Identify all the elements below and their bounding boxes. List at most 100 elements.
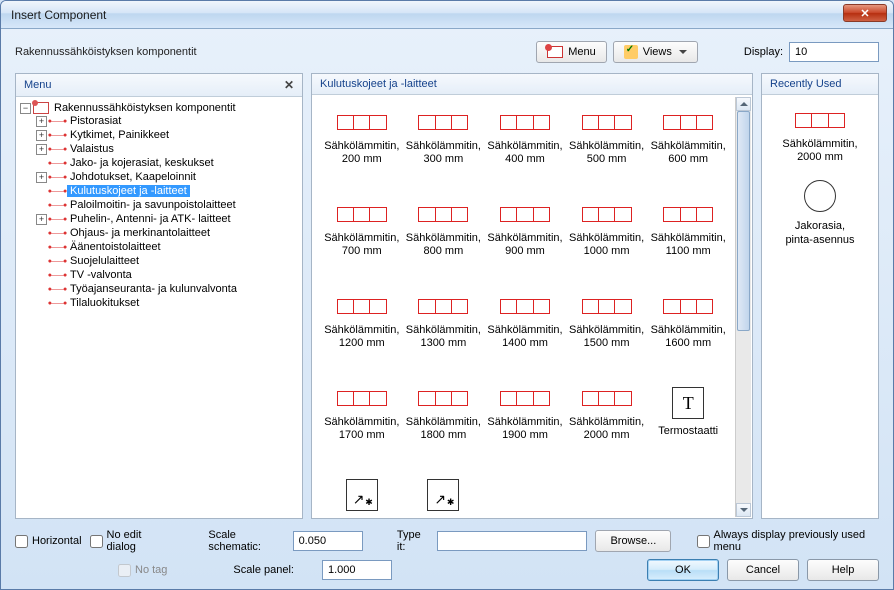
- gallery-grid: Sähkölämmitin,200 mmSähkölämmitin,300 mm…: [316, 99, 748, 518]
- tree-root-row[interactable]: − Rakennussähköistyksen komponentit: [20, 102, 298, 114]
- gallery-item[interactable]: Sähkölämmitin,2000 mm: [567, 381, 647, 471]
- tree-item-label: Työajanseuranta- ja kulunvalvonta: [67, 283, 240, 295]
- gallery-item[interactable]: Sähkölämmitin,1600 mm: [648, 289, 728, 379]
- always-display-label: Always display previously used menu: [714, 529, 879, 553]
- tree-item[interactable]: Ohjaus- ja merkinantolaitteet: [36, 227, 298, 239]
- expand-icon[interactable]: +: [36, 214, 47, 225]
- component-icon: [49, 116, 65, 126]
- component-icon: [49, 172, 65, 182]
- cancel-button[interactable]: Cancel: [727, 559, 799, 581]
- gallery-item[interactable]: Sähkölämmitin,1200 mm: [322, 289, 402, 379]
- scroll-thumb[interactable]: [737, 111, 750, 331]
- menu-icon: [547, 46, 563, 58]
- tree-item[interactable]: +Puhelin-, Antenni- ja ATK- laitteet: [36, 213, 298, 225]
- menu-panel-close-button[interactable]: ✕: [284, 78, 294, 92]
- recent-item[interactable]: Sähkölämmitin,2000 mm: [766, 105, 874, 168]
- views-button[interactable]: Views: [613, 41, 698, 63]
- heater-icon: [663, 207, 713, 222]
- tree-item[interactable]: Tilaluokitukset: [36, 297, 298, 309]
- horizontal-checkbox-input[interactable]: [15, 535, 28, 548]
- gallery-item[interactable]: Sähkölämmitin,900 mm: [485, 197, 565, 287]
- gallery-item[interactable]: Sähkölämmitin,1700 mm: [322, 381, 402, 471]
- bottom-controls: Horizontal No edit dialog Scale schemati…: [15, 529, 879, 581]
- gallery-item-label: Sähkölämmitin,1100 mm: [651, 232, 726, 258]
- scroll-down-button[interactable]: [736, 503, 751, 517]
- gallery-item[interactable]: Sähkölämmitin,600 mm: [648, 105, 728, 195]
- main-area: Menu ✕ − Rakennussähköistyksen komponent…: [15, 73, 879, 519]
- tree-item[interactable]: Äänentoistolaitteet: [36, 241, 298, 253]
- type-it-input[interactable]: [437, 531, 587, 551]
- component-icon: [49, 284, 65, 294]
- close-icon: ✕: [860, 7, 869, 20]
- gallery-item[interactable]: Sähkölämmitin,700 mm: [322, 197, 402, 287]
- gallery-item[interactable]: Sähkölämmitin,500 mm: [567, 105, 647, 195]
- tree-item[interactable]: Paloilmoitin- ja savunpoistolaitteet: [36, 199, 298, 211]
- tree-item[interactable]: Suojelulaitteet: [36, 255, 298, 267]
- gallery-item[interactable]: ✱: [404, 473, 484, 518]
- tree-item[interactable]: TV -valvonta: [36, 269, 298, 281]
- gallery-item[interactable]: Sähkölämmitin,400 mm: [485, 105, 565, 195]
- browse-button[interactable]: Browse...: [595, 530, 671, 552]
- gallery-item-label: Sähkölämmitin,1500 mm: [569, 324, 644, 350]
- display-input[interactable]: [789, 42, 879, 62]
- tree-item[interactable]: Kulutuskojeet ja -laitteet: [36, 185, 298, 197]
- tree-item[interactable]: Työajanseuranta- ja kulunvalvonta: [36, 283, 298, 295]
- tree-item[interactable]: +Valaistus: [36, 143, 298, 155]
- heater-icon: [337, 207, 387, 222]
- scroll-up-button[interactable]: [736, 97, 751, 111]
- menu-button[interactable]: Menu: [536, 41, 607, 63]
- expand-icon[interactable]: +: [36, 144, 47, 155]
- tree-item[interactable]: + Kytkimet, Painikkeet: [36, 129, 298, 141]
- recent-item-label: Sähkölämmitin,2000 mm: [782, 138, 857, 164]
- scale-schematic-input[interactable]: [293, 531, 363, 551]
- gallery-item[interactable]: Sähkölämmitin,800 mm: [404, 197, 484, 287]
- gallery-item[interactable]: Sähkölämmitin,1500 mm: [567, 289, 647, 379]
- help-button[interactable]: Help: [807, 559, 879, 581]
- gallery-panel-body: Sähkölämmitin,200 mmSähkölämmitin,300 mm…: [312, 95, 752, 518]
- recent-item[interactable]: Jakorasia,pinta-asennus: [766, 172, 874, 250]
- gallery-item-label: Sähkölämmitin,1400 mm: [487, 324, 562, 350]
- browse-label: Browse...: [610, 535, 656, 547]
- heater-icon: [418, 207, 468, 222]
- gallery-item[interactable]: TTermostaatti: [648, 381, 728, 471]
- gallery-item[interactable]: Sähkölämmitin,1000 mm: [567, 197, 647, 287]
- always-display-checkbox[interactable]: Always display previously used menu: [697, 529, 879, 553]
- gallery-panel-title: Kulutuskojeet ja -laitteet: [320, 78, 437, 90]
- heater-icon: [500, 299, 550, 314]
- chevron-down-icon: [679, 50, 687, 54]
- tree-item-label: Kytkimet, Painikkeet: [67, 129, 172, 141]
- component-icon: [49, 130, 65, 140]
- heater-icon: [582, 115, 632, 130]
- gallery-scrollbar[interactable]: [735, 97, 751, 517]
- expand-icon[interactable]: +: [36, 130, 47, 141]
- menu-panel-header: Menu ✕: [16, 74, 302, 97]
- gallery-item-label: Sähkölämmitin,1900 mm: [487, 416, 562, 442]
- collapse-icon[interactable]: −: [20, 103, 31, 114]
- tree-item[interactable]: +Pistorasiat: [36, 115, 298, 127]
- always-display-checkbox-input[interactable]: [697, 535, 710, 548]
- no-edit-checkbox[interactable]: No edit dialog: [90, 529, 167, 553]
- close-button[interactable]: ✕: [843, 4, 887, 22]
- gallery-item-label: Sähkölämmitin,700 mm: [324, 232, 399, 258]
- tree-item[interactable]: +Johdotukset, Kaapeloinnit: [36, 171, 298, 183]
- gallery-item[interactable]: Sähkölämmitin,1100 mm: [648, 197, 728, 287]
- gallery-item[interactable]: Sähkölämmitin,1900 mm: [485, 381, 565, 471]
- tree-item[interactable]: Jako- ja kojerasiat, keskukset: [36, 157, 298, 169]
- gallery-item[interactable]: Sähkölämmitin,1800 mm: [404, 381, 484, 471]
- scale-panel-input[interactable]: [322, 560, 392, 580]
- gallery-item[interactable]: Sähkölämmitin,1300 mm: [404, 289, 484, 379]
- misc-icon: ✱: [427, 479, 459, 511]
- heater-icon: [795, 113, 845, 128]
- expand-icon[interactable]: +: [36, 172, 47, 183]
- gallery-item[interactable]: Sähkölämmitin,1400 mm: [485, 289, 565, 379]
- horizontal-checkbox[interactable]: Horizontal: [15, 535, 82, 548]
- gallery-item[interactable]: Sähkölämmitin,200 mm: [322, 105, 402, 195]
- gallery-item[interactable]: Sähkölämmitin,300 mm: [404, 105, 484, 195]
- no-tag-label: No tag: [135, 564, 167, 576]
- ok-button[interactable]: OK: [647, 559, 719, 581]
- tree-item-label: Ohjaus- ja merkinantolaitteet: [67, 227, 213, 239]
- no-edit-checkbox-input[interactable]: [90, 535, 103, 548]
- expand-icon[interactable]: +: [36, 116, 47, 127]
- gallery-item[interactable]: ✱: [322, 473, 402, 518]
- gallery-item-label: Sähkölämmitin,1200 mm: [324, 324, 399, 350]
